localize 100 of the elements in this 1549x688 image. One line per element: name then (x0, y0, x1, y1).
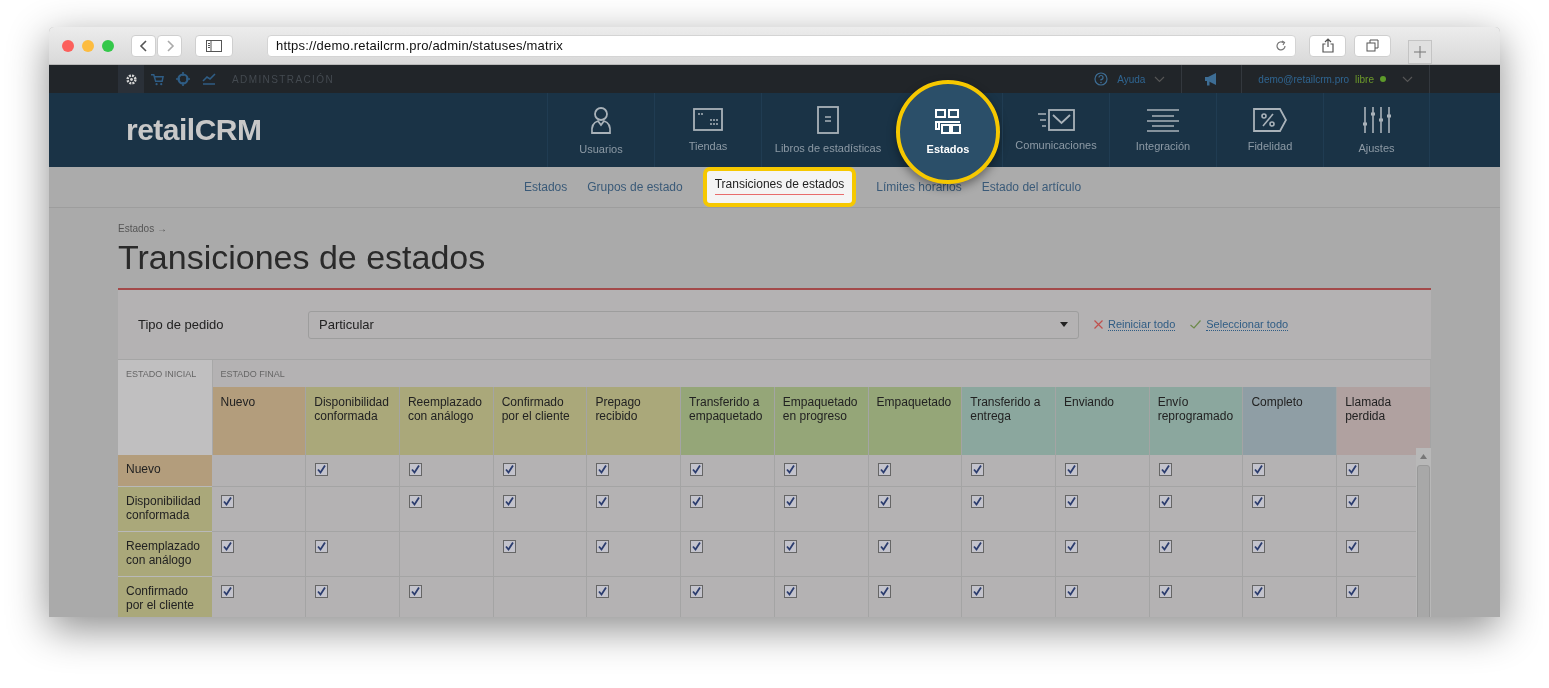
column-caption: ESTADO INICIAL (118, 360, 212, 455)
window-icon (693, 108, 723, 132)
logo[interactable]: retailCRM (126, 113, 262, 147)
url-text: https://demo.retailcrm.pro/admin/statuses/matrix (276, 38, 564, 53)
checkbox[interactable] (971, 494, 985, 508)
address-bar[interactable]: https://demo.retailcrm.pro/admin/statuses/matrix (267, 34, 1296, 57)
checkbox[interactable] (783, 463, 797, 476)
checkbox[interactable] (877, 539, 891, 553)
tabs-icon (1366, 39, 1379, 52)
checkbox[interactable] (596, 539, 610, 553)
checkbox[interactable] (596, 463, 610, 476)
checkbox[interactable] (877, 494, 891, 508)
status-row-header: Disponibilidad conformada (118, 486, 212, 531)
field-label: Tipo de pedido (138, 317, 225, 332)
status-column-header: Prepago recibido (586, 387, 681, 455)
checkbox[interactable] (1346, 539, 1360, 553)
checkbox[interactable] (1252, 539, 1266, 553)
checkbox[interactable] (1346, 494, 1360, 508)
user-email[interactable]: demo@retailcrm.pro (1258, 73, 1350, 85)
status-column-header: Reemplazado con análogo (399, 387, 494, 455)
toolbar-icon[interactable] (118, 65, 144, 93)
order-type-dropdown[interactable]: Particular (308, 310, 1079, 339)
reload-icon[interactable] (1275, 39, 1287, 52)
status-column-header: Enviando (1055, 387, 1150, 455)
checkbox[interactable] (221, 494, 234, 508)
check-icon (1190, 320, 1202, 329)
checkbox[interactable] (1158, 539, 1172, 553)
status-column-header: Nuevo (212, 387, 306, 455)
checkbox[interactable] (1064, 539, 1078, 553)
checkbox[interactable] (1064, 463, 1078, 476)
help-link[interactable]: Ayuda (1117, 73, 1146, 85)
checkbox[interactable] (596, 494, 610, 508)
status-row-header: Nuevo (118, 455, 212, 486)
checkbox[interactable] (1346, 584, 1360, 598)
plus-icon (1414, 46, 1426, 58)
share-icon (1321, 38, 1334, 53)
subnav-tab[interactable]: Transiciones de estados (702, 167, 857, 207)
status-column-header: Transferido a entrega (961, 387, 1056, 455)
checkbox[interactable] (596, 584, 610, 598)
checkbox[interactable] (690, 463, 704, 476)
sidebar-button[interactable] (195, 34, 233, 57)
checkbox[interactable] (783, 539, 797, 553)
checkbox[interactable] (783, 494, 797, 508)
checkbox[interactable] (971, 539, 985, 553)
checkbox[interactable] (690, 494, 704, 508)
status-column-header: Disponibilidad conformada (305, 387, 400, 455)
subnav-tab[interactable]: Estados (523, 180, 568, 194)
checkbox[interactable] (1158, 584, 1172, 598)
status-column-header: Llamada perdida (1336, 387, 1431, 455)
percent-tag-icon (1253, 108, 1287, 132)
status-column-header: Empaquetado en progreso (774, 387, 869, 455)
caret-icon (1060, 322, 1068, 327)
status-column-header: Confirmado por el cliente (493, 387, 587, 455)
breadcrumb[interactable]: Estados → (118, 223, 1431, 234)
status-dot (1380, 76, 1386, 82)
chevron-right-icon (164, 38, 175, 53)
scrollbar-thumb[interactable] (1417, 465, 1430, 617)
checkbox[interactable] (315, 539, 329, 553)
help-icon[interactable] (1094, 72, 1109, 86)
reset-all-link[interactable]: Reiniciar todo (1108, 318, 1176, 331)
column-caption: ESTADO FINAL (212, 360, 1431, 387)
checkbox[interactable] (1064, 584, 1078, 598)
scrollbar[interactable] (1416, 448, 1431, 617)
sidebar-icon (206, 39, 222, 52)
user-icon (589, 105, 613, 135)
status-column-header: Completo (1242, 387, 1337, 455)
checkbox[interactable] (1252, 584, 1266, 598)
checkbox[interactable] (1158, 494, 1172, 508)
grid-icon (935, 109, 961, 135)
checkbox[interactable] (408, 584, 422, 598)
select-all-link[interactable]: Seleccionar todo (1206, 318, 1289, 331)
checkbox[interactable] (1252, 494, 1266, 508)
checkbox[interactable] (221, 584, 234, 598)
checkbox[interactable] (1346, 463, 1360, 476)
checkbox[interactable] (221, 539, 234, 553)
checkbox[interactable] (502, 494, 516, 508)
checkbox[interactable] (1158, 463, 1172, 476)
lines-icon (1146, 108, 1180, 132)
status-column-header: Envío reprogramado (1149, 387, 1243, 455)
checkbox[interactable] (690, 584, 704, 598)
back-button[interactable] (131, 34, 156, 57)
checkbox[interactable] (502, 539, 516, 553)
checkbox[interactable] (408, 463, 422, 476)
checkbox[interactable] (408, 494, 422, 508)
checkbox[interactable] (783, 584, 797, 598)
status-column-header: Transferido a empaquetado (680, 387, 775, 455)
checkbox[interactable] (1252, 463, 1266, 476)
status-row-header: Reemplazado con análogo (118, 531, 212, 576)
checkbox[interactable] (315, 584, 329, 598)
checkbox[interactable] (877, 584, 891, 598)
plan-label: libre (1355, 73, 1374, 85)
share-button[interactable] (1309, 34, 1346, 57)
subnav-tab[interactable]: Grupos de estado (587, 180, 683, 194)
checkbox[interactable] (877, 463, 891, 476)
checkbox[interactable] (971, 584, 985, 598)
checkbox[interactable] (315, 463, 329, 476)
checkbox[interactable] (1064, 494, 1078, 508)
checkbox[interactable] (971, 463, 985, 476)
checkbox[interactable] (502, 463, 516, 476)
checkbox[interactable] (690, 539, 704, 553)
